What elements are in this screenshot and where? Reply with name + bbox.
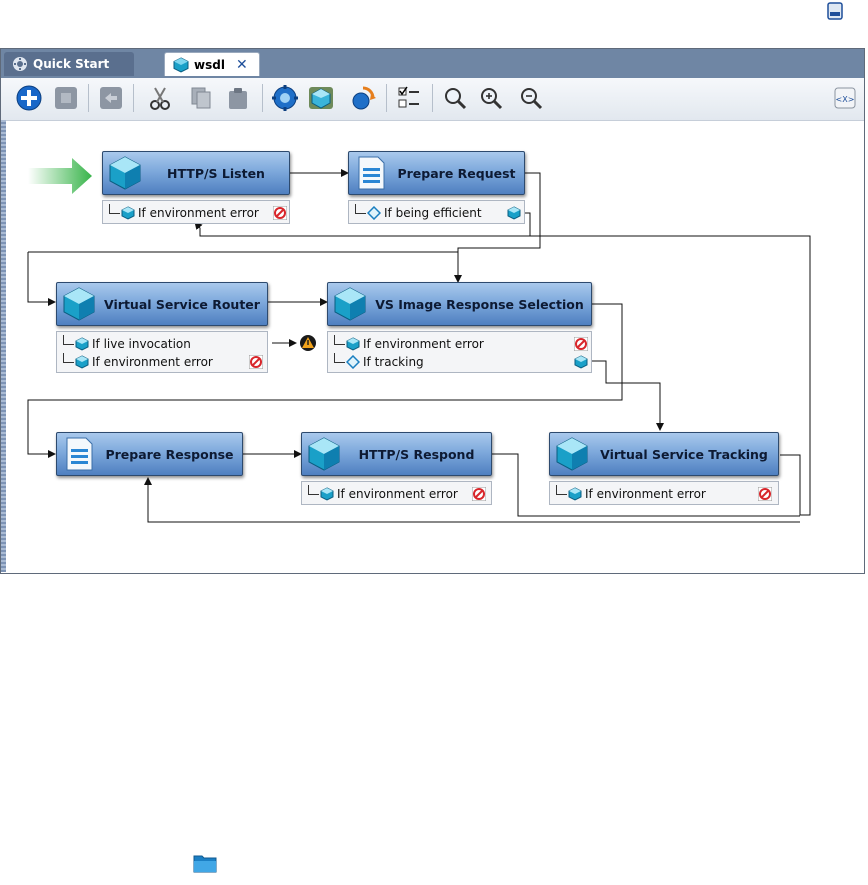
cube-icon bbox=[556, 437, 588, 471]
error-icon bbox=[273, 206, 287, 220]
branch-label: If environment error bbox=[138, 206, 259, 220]
cube-icon bbox=[346, 337, 360, 351]
diamond-icon bbox=[346, 355, 360, 369]
branch-item[interactable]: If environment error bbox=[302, 484, 491, 503]
elbow-line bbox=[334, 352, 345, 363]
error-icon bbox=[574, 337, 588, 351]
node-label: HTTP/S Listen bbox=[167, 165, 265, 181]
node-label: Prepare Response bbox=[105, 446, 234, 462]
branch-box: If live invocation If environment error bbox=[56, 331, 268, 373]
node-prepare-response[interactable]: Prepare Response bbox=[56, 432, 243, 476]
elbow-line bbox=[63, 334, 74, 345]
node-http-respond[interactable]: HTTP/S Respond bbox=[301, 432, 492, 476]
node-label: Virtual Service Tracking bbox=[600, 446, 768, 462]
cube-icon bbox=[75, 355, 89, 369]
error-icon bbox=[758, 487, 772, 501]
elbow-line bbox=[556, 484, 567, 495]
branch-item[interactable]: If environment error bbox=[57, 352, 267, 371]
branch-box: If environment error bbox=[102, 200, 290, 224]
branch-label: If environment error bbox=[92, 355, 213, 369]
node-label: HTTP/S Respond bbox=[358, 446, 475, 462]
elbow-line bbox=[63, 352, 74, 363]
cube-icon bbox=[568, 487, 582, 501]
elbow-line bbox=[334, 334, 345, 345]
branch-item[interactable]: If environment error bbox=[328, 334, 591, 353]
branch-label: If tracking bbox=[363, 355, 424, 369]
error-icon bbox=[472, 487, 486, 501]
node-http-listen[interactable]: HTTP/S Listen bbox=[102, 151, 290, 195]
cube-icon bbox=[574, 355, 588, 369]
cube-icon bbox=[308, 437, 340, 471]
cube-icon bbox=[320, 487, 334, 501]
branch-item[interactable]: If environment error bbox=[550, 484, 778, 503]
node-label: VS Image Response Selection bbox=[375, 296, 584, 312]
warning-icon bbox=[300, 335, 316, 351]
branch-item[interactable]: If being efficient bbox=[349, 203, 524, 222]
node-virtual-service-tracking[interactable]: Virtual Service Tracking bbox=[549, 432, 779, 476]
branch-item[interactable]: If tracking bbox=[328, 352, 591, 371]
cube-icon bbox=[121, 206, 135, 220]
error-icon bbox=[249, 355, 263, 369]
node-prepare-request[interactable]: Prepare Request bbox=[348, 151, 525, 195]
cube-icon bbox=[507, 206, 521, 220]
branch-box: If environment error If tracking bbox=[327, 331, 592, 373]
branch-label: If environment error bbox=[363, 337, 484, 351]
folder-icon[interactable] bbox=[193, 853, 217, 873]
branch-label: If environment error bbox=[585, 487, 706, 501]
node-vs-image-response-selection[interactable]: VS Image Response Selection bbox=[327, 282, 592, 326]
branch-box: If environment error bbox=[549, 481, 779, 505]
diamond-icon bbox=[367, 206, 381, 220]
cube-icon bbox=[334, 287, 366, 321]
cube-icon bbox=[63, 287, 95, 321]
elbow-line bbox=[308, 484, 319, 495]
branch-label: If environment error bbox=[337, 487, 458, 501]
branch-label: If being efficient bbox=[384, 206, 482, 220]
elbow-line bbox=[355, 203, 366, 214]
cube-icon bbox=[75, 337, 89, 351]
document-icon bbox=[358, 156, 385, 190]
node-label: Prepare Request bbox=[397, 165, 516, 181]
branch-item[interactable]: If environment error bbox=[103, 203, 289, 222]
node-virtual-service-router[interactable]: Virtual Service Router bbox=[56, 282, 268, 326]
cube-icon bbox=[109, 156, 141, 190]
document-icon bbox=[66, 437, 93, 471]
elbow-line bbox=[109, 203, 120, 214]
branch-label: If live invocation bbox=[92, 337, 191, 351]
node-label: Virtual Service Router bbox=[104, 296, 260, 312]
branch-box: If environment error bbox=[301, 481, 492, 505]
branch-item[interactable]: If live invocation bbox=[57, 334, 267, 353]
branch-box: If being efficient bbox=[348, 200, 525, 224]
